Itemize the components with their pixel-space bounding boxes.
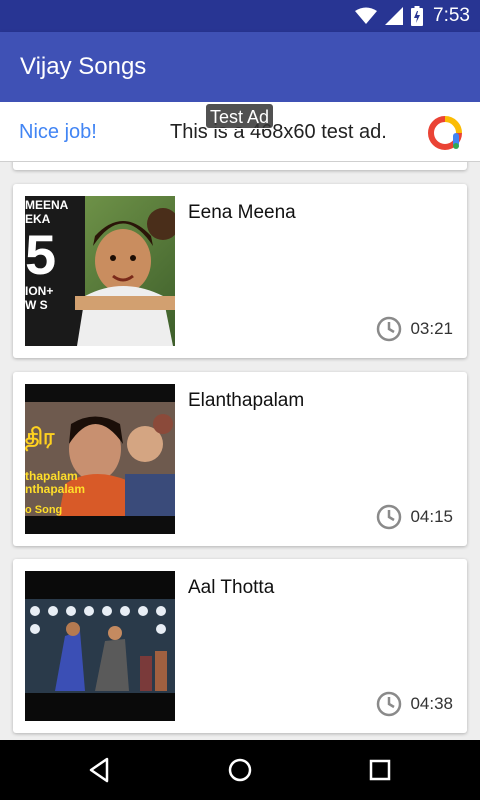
clock-icon — [377, 504, 402, 530]
song-thumbnail: திர thapalam nthapalam o Song — [25, 384, 175, 534]
status-time: 7:53 — [433, 5, 470, 26]
song-card-partial[interactable] — [13, 162, 467, 170]
signal-icon — [385, 7, 404, 25]
thumb-caption: திர thapalam nthapalam o Song — [25, 424, 85, 517]
song-list[interactable]: MEENA EKA 5 ION+ W S Eena Meena 03:21 தி… — [0, 162, 480, 740]
duration-text: 03:21 — [410, 319, 453, 338]
thumb-text: திர — [25, 424, 55, 449]
clock-icon — [377, 316, 402, 342]
ad-cta[interactable]: Nice job! — [19, 121, 97, 144]
ad-banner[interactable]: Nice job! This is a 468x60 test ad. Test… — [0, 102, 480, 162]
thumb-caption: MEENA EKA 5 ION+ W S — [25, 198, 85, 312]
song-duration: 03:21 — [376, 316, 453, 342]
song-duration: 04:15 — [376, 504, 453, 530]
song-title: Aal Thotta — [188, 577, 275, 598]
thumb-text: ION+ — [25, 284, 54, 298]
wifi-icon — [355, 7, 378, 24]
song-title: Eena Meena — [188, 202, 296, 223]
back-icon[interactable] — [85, 755, 115, 785]
ad-text: This is a 468x60 test ad. — [170, 121, 387, 143]
thumb-text: MEENA — [25, 198, 69, 212]
ad-logo-icon[interactable] — [428, 116, 462, 150]
song-card[interactable]: MEENA EKA 5 ION+ W S Eena Meena 03:21 — [13, 184, 467, 358]
thumb-text: 5 — [25, 223, 57, 286]
thumb-text: o Song — [25, 504, 63, 516]
song-thumbnail: MEENA EKA 5 ION+ W S — [25, 196, 175, 346]
ad-tag: Test Ad — [205, 103, 275, 129]
duration-text: 04:15 — [410, 507, 453, 526]
song-card[interactable]: Aal Thotta 04:38 — [13, 559, 467, 733]
navigation-bar — [0, 740, 480, 800]
song-duration: 04:38 — [376, 691, 453, 717]
app-title: Vijay Songs — [20, 53, 147, 80]
app-bar: Vijay Songs — [0, 32, 480, 102]
thumb-text: W S — [25, 298, 48, 312]
status-icons: 7:53 — [355, 4, 470, 28]
battery-icon — [411, 6, 424, 26]
recents-icon[interactable] — [365, 755, 395, 785]
song-card[interactable]: திர thapalam nthapalam o Song Elanthapal… — [13, 372, 467, 546]
home-icon[interactable] — [225, 755, 255, 785]
song-title: Elanthapalam — [188, 390, 305, 411]
duration-text: 04:38 — [410, 694, 453, 713]
thumb-text: nthapalam — [25, 482, 86, 496]
clock-icon — [377, 691, 402, 717]
status-bar: 7:53 — [0, 0, 480, 32]
song-thumbnail — [25, 571, 175, 721]
